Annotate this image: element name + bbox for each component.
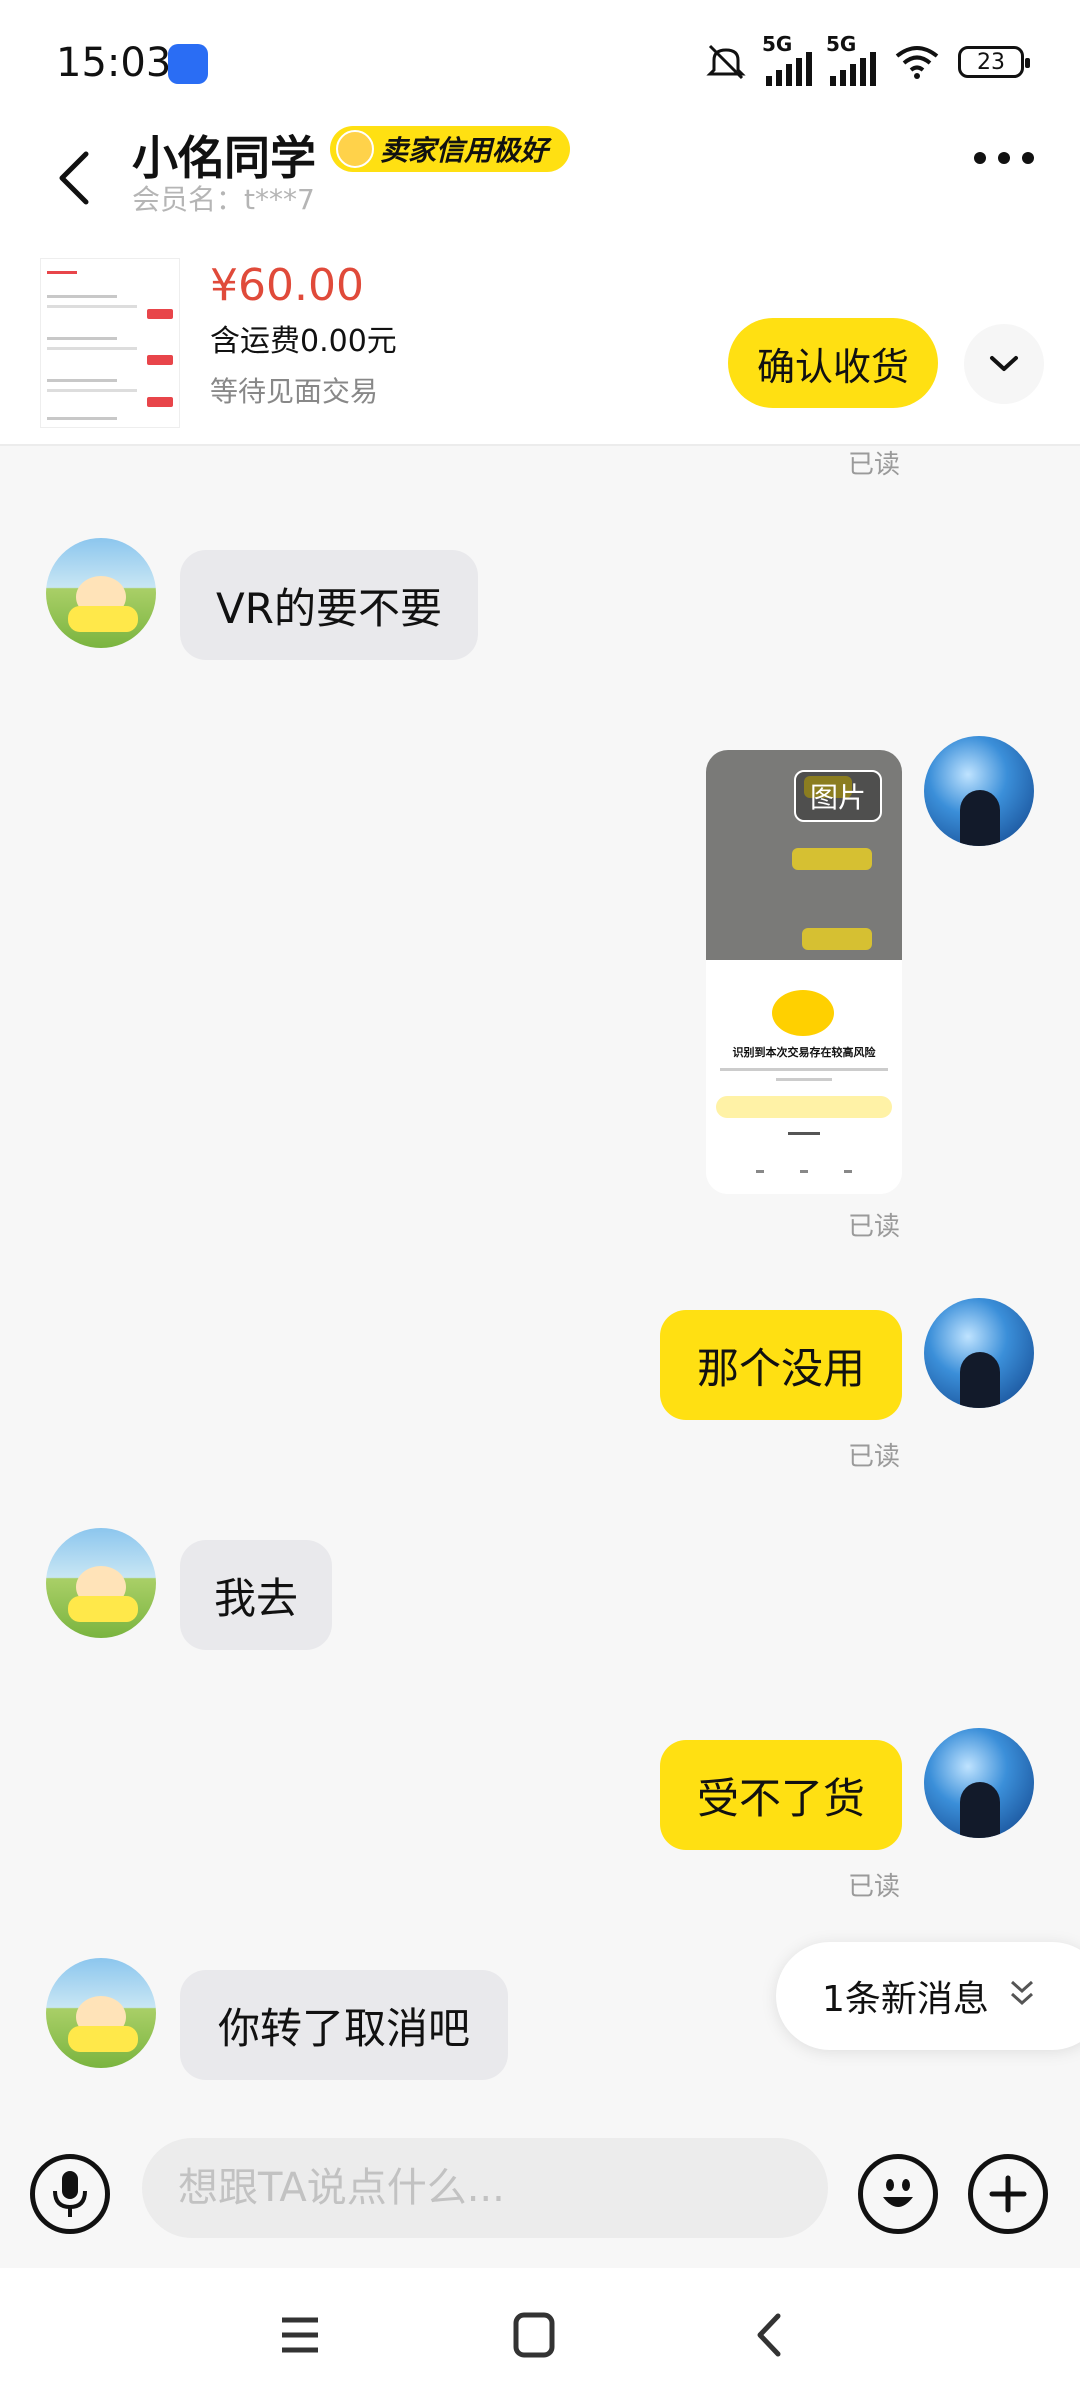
microphone-icon [53, 2171, 87, 2217]
baidu-app-icon [168, 44, 208, 84]
emoji-button[interactable] [858, 2154, 938, 2234]
read-receipt: 已读 [848, 1442, 901, 1472]
message-list[interactable]: 已读 VR的要不要 图片 识别到本次交易存在较高风险 已读 那个没用 已读 我去 [0, 446, 1080, 2138]
signal-icon-2: 5G [826, 32, 876, 86]
read-receipt: 已读 [848, 450, 901, 480]
order-card[interactable]: ¥60.00 含运费0.00元 等待见面交易 确认收货 [0, 240, 1080, 446]
battery-icon: 23 [958, 46, 1030, 78]
back-arrow-icon[interactable] [48, 138, 108, 218]
system-nav-bar [0, 2268, 1080, 2400]
shipping-fee: 含运费0.00元 [210, 324, 397, 359]
my-avatar[interactable] [924, 1728, 1034, 1838]
my-avatar[interactable] [924, 1298, 1034, 1408]
message-bubble-received[interactable]: 你转了取消吧 [180, 1970, 508, 2080]
message-bubble-sent[interactable]: 受不了货 [660, 1740, 902, 1850]
message-bubble-received[interactable]: 我去 [180, 1540, 332, 1650]
home-icon[interactable] [504, 2310, 564, 2360]
status-time: 15:03 [56, 40, 172, 86]
chevron-down-icon [990, 356, 1018, 371]
more-options-icon[interactable] [974, 152, 1034, 164]
order-status: 等待见面交易 [210, 375, 379, 408]
image-message[interactable]: 图片 识别到本次交易存在较高风险 [706, 750, 902, 1194]
status-icons: 5G 5G 23 [704, 32, 1030, 86]
battery-level: 23 [977, 49, 1005, 75]
voice-button[interactable] [30, 2154, 110, 2234]
input-bar [0, 2138, 1080, 2268]
image-tag: 图片 [793, 770, 882, 822]
menu-icon[interactable] [270, 2310, 330, 2360]
wifi-icon [895, 46, 939, 79]
mascot-chick-icon [772, 990, 834, 1036]
smiley-icon [883, 2179, 913, 2207]
message-bubble-sent[interactable]: 那个没用 [660, 1310, 902, 1420]
more-actions-button[interactable] [968, 2154, 1048, 2234]
back-icon[interactable] [740, 2310, 800, 2360]
read-receipt: 已读 [848, 1872, 901, 1902]
read-receipt: 已读 [848, 1212, 901, 1242]
badge-face-icon [336, 130, 374, 168]
new-message-label: 1条新消息 [822, 1979, 989, 2020]
plus-icon [989, 2175, 1027, 2213]
signal-icon: 5G [762, 32, 812, 86]
contact-avatar[interactable] [46, 538, 156, 648]
credit-badge-label: 卖家信用极好 [380, 134, 549, 167]
contact-avatar[interactable] [46, 1958, 156, 2068]
mute-icon [706, 44, 746, 80]
risk-warning-text: 识别到本次交易存在较高风险 [732, 1046, 876, 1059]
order-price: ¥60.00 [210, 260, 364, 311]
message-bubble-received[interactable]: VR的要不要 [180, 550, 478, 660]
network-label-1: 5G [762, 32, 793, 56]
double-chevron-down-icon [1010, 1980, 1034, 2006]
new-message-pill[interactable]: 1条新消息 [776, 1942, 1080, 2050]
my-avatar[interactable] [924, 736, 1034, 846]
item-thumbnail[interactable] [40, 258, 180, 428]
status-bar: 15:03 5G 5G 23 [0, 0, 1080, 120]
expand-order-button[interactable] [964, 324, 1044, 404]
credit-badge[interactable]: 卖家信用极好 [330, 126, 571, 172]
confirm-receipt-button[interactable]: 确认收货 [728, 318, 938, 408]
member-name: 会员名：t***7 [132, 183, 315, 216]
network-label-2: 5G [826, 32, 857, 56]
message-input[interactable] [142, 2138, 828, 2238]
contact-avatar[interactable] [46, 1528, 156, 1638]
chat-header: 小佲同学 卖家信用极好 会员名：t***7 [0, 120, 1080, 240]
